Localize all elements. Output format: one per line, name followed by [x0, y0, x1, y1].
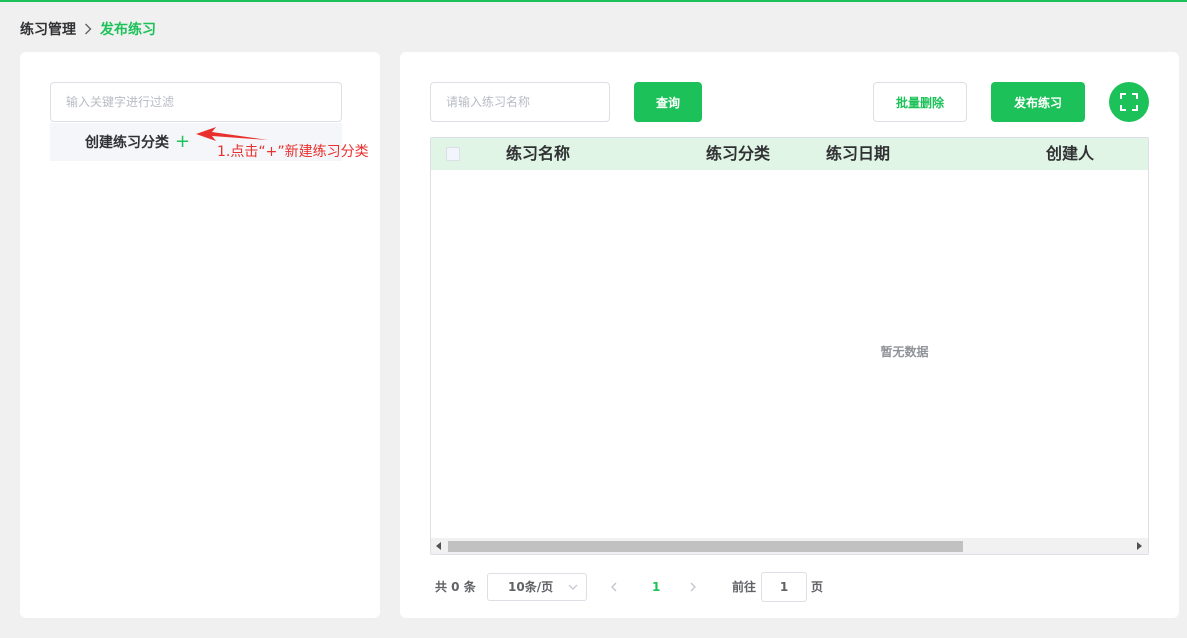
- select-all-checkbox[interactable]: [446, 147, 460, 161]
- column-header-category: 练习分类: [706, 144, 771, 163]
- top-accent-line: [0, 0, 1187, 2]
- plus-icon[interactable]: +: [175, 133, 190, 151]
- fullscreen-button[interactable]: [1109, 82, 1149, 122]
- breadcrumb: 练习管理 发布练习: [20, 19, 156, 39]
- goto-label: 前往: [732, 580, 757, 594]
- scroll-left-arrow-icon[interactable]: [431, 538, 447, 554]
- exercise-table: 练习名称 练习分类 练习日期 创建人 暂无数据: [430, 137, 1149, 555]
- column-header-creator: 创建人: [1046, 144, 1095, 163]
- batch-delete-button[interactable]: 批量删除: [873, 82, 967, 122]
- pagination: 共 0 条 10条/页 1 前往 页: [435, 572, 1135, 602]
- annotation-text: 1.点击“+”新建练习分类: [217, 144, 369, 160]
- chevron-down-icon: [568, 574, 578, 609]
- column-header-name: 练习名称: [506, 144, 571, 163]
- scroll-right-arrow-icon[interactable]: [1132, 538, 1148, 554]
- page-number-current[interactable]: 1: [652, 572, 660, 602]
- goto-page-input[interactable]: [761, 572, 807, 602]
- query-button[interactable]: 查询: [634, 82, 702, 122]
- filter-input[interactable]: [50, 82, 342, 122]
- chevron-right-icon: [84, 23, 92, 35]
- fullscreen-icon: [1120, 93, 1138, 111]
- scrollbar-thumb[interactable]: [448, 541, 963, 552]
- horizontal-scrollbar[interactable]: [431, 538, 1148, 554]
- exercise-list-panel: 查询 批量删除 发布练习 练习名称 练习分类 练习日期 创建人 暂无数据 共 0…: [400, 52, 1179, 618]
- empty-state-text: 暂无数据: [880, 345, 929, 359]
- chevron-left-icon[interactable]: [610, 572, 618, 613]
- exercise-name-search-input[interactable]: [430, 82, 610, 122]
- pagination-total: 共 0 条: [435, 580, 476, 594]
- table-header: 练习名称 练习分类 练习日期 创建人: [431, 138, 1148, 170]
- column-header-date: 练习日期: [826, 144, 891, 163]
- breadcrumb-current: 发布练习: [100, 22, 156, 38]
- breadcrumb-parent[interactable]: 练习管理: [20, 19, 76, 39]
- tree-node-label: 创建练习分类: [85, 135, 169, 151]
- page-size-select[interactable]: 10条/页: [487, 573, 587, 601]
- page-size-value: 10条/页: [508, 580, 554, 594]
- category-panel: 创建练习分类 + 1.点击“+”新建练习分类: [20, 52, 380, 618]
- page-suffix-label: 页: [811, 580, 824, 594]
- publish-exercise-button[interactable]: 发布练习: [991, 82, 1085, 122]
- chevron-right-icon[interactable]: [689, 572, 697, 613]
